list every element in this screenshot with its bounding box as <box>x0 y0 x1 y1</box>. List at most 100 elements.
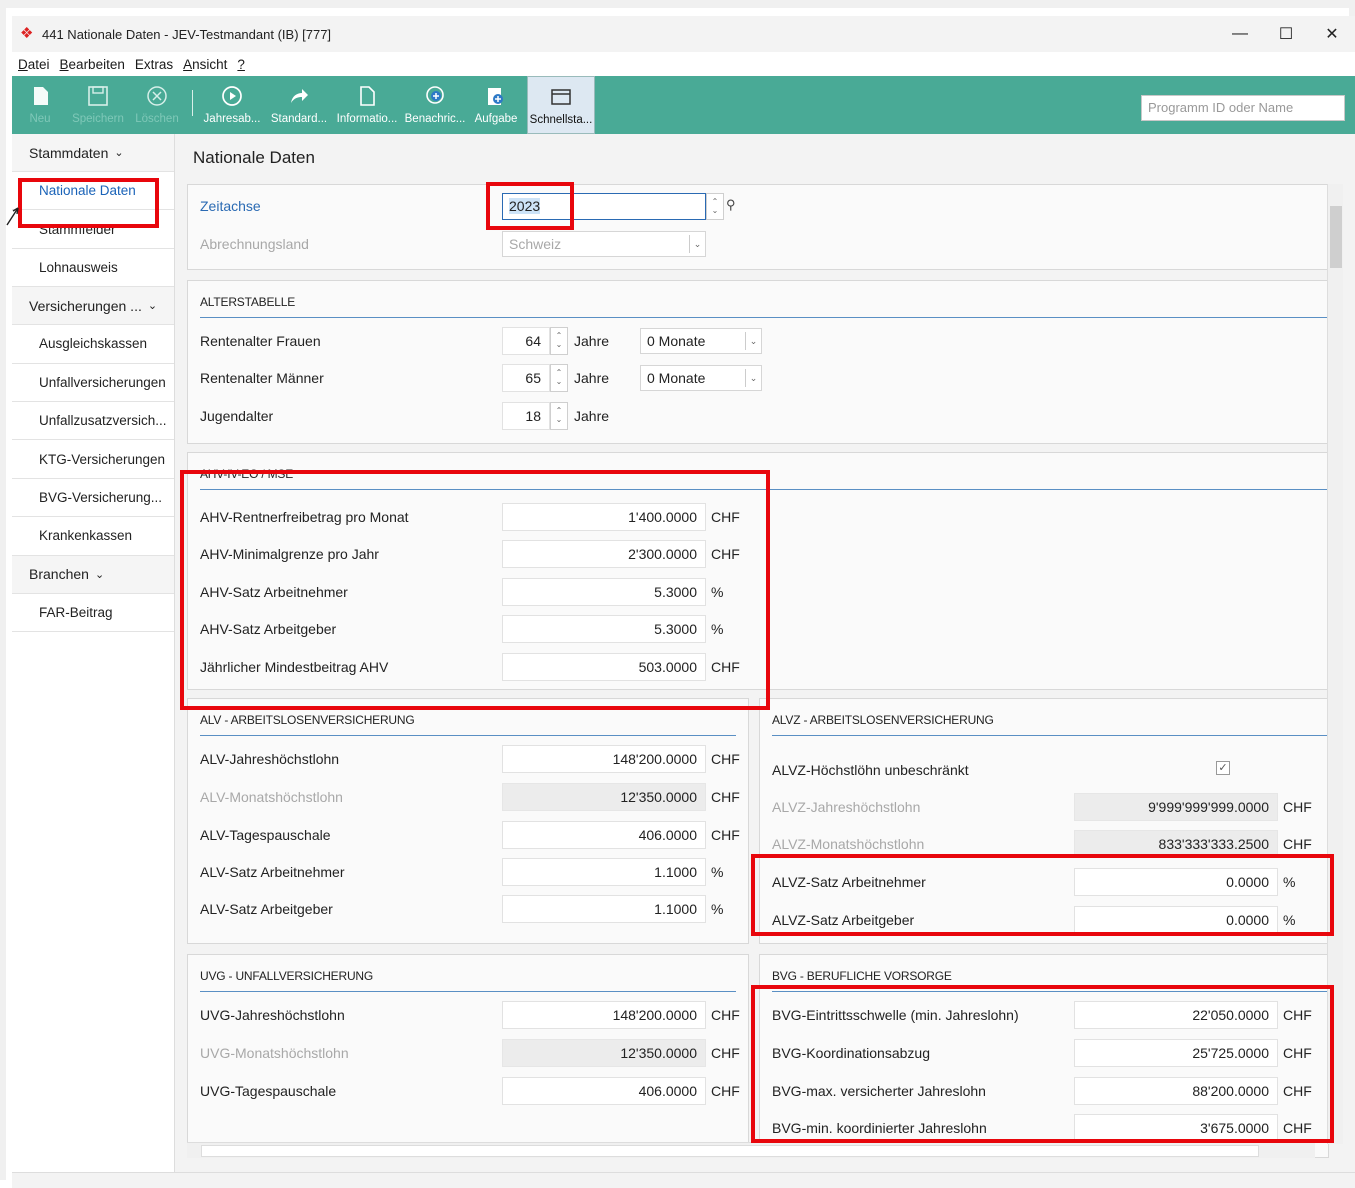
menu-ansicht[interactable]: Ansicht <box>183 57 227 72</box>
jahresabschluss-button[interactable]: Jahresab... <box>199 76 265 134</box>
menu-extras[interactable]: Extras <box>135 57 173 72</box>
alvz-panel: ALVZ - ARBEITSLOSENVERSICHERUNG ALVZ-Höc… <box>759 698 1329 944</box>
scroll-thumb[interactable] <box>1330 206 1342 268</box>
bvg-max-versicherter-input[interactable]: 88'200.0000 <box>1074 1077 1278 1105</box>
bvg-koordinationsabzug-input[interactable]: 25'725.0000 <box>1074 1039 1278 1067</box>
sidebar-item-krankenkassen[interactable]: Krankenkassen <box>12 517 174 556</box>
rentenalter-maenner-spinner[interactable]: ⌃ ⌄ <box>550 364 568 392</box>
ahv-panel: AHV-IV-EO / MSE AHV-Rentnerfreibetrag pr… <box>187 452 1329 690</box>
ahv-satz-arbeitgeber-input[interactable]: 5.3000 <box>502 615 706 643</box>
task-add-icon <box>485 85 507 107</box>
form-content: Zeitachse 2023 ⌃ ⌄ ⚲ Schweiz ⌄ Abrechnungs… <box>187 184 1329 1158</box>
alv-satz-arbeitnehmer-label: ALV-Satz Arbeitnehmer <box>200 864 345 880</box>
section-divider <box>200 317 1328 318</box>
year-spinner[interactable]: ⌃ ⌄ <box>706 193 724 220</box>
alvz-jahreshoechstlohn-value: 9'999'999'999.0000 <box>1074 793 1278 821</box>
jugendalter-spinner[interactable]: ⌃ ⌄ <box>550 402 568 430</box>
sidebar-item-lohnausweis[interactable]: Lohnausweis <box>12 249 174 288</box>
alv-satz-arbeitnehmer-input[interactable]: 1.1000 <box>502 858 706 886</box>
chevron-down-icon: ⌄ <box>745 369 761 387</box>
rentenalter-maenner-monate-select[interactable]: 0 Monate ⌄ <box>640 365 762 391</box>
abrechnungsland-select[interactable]: Schweiz ⌄ <box>502 231 706 257</box>
alvz-unbeschraenkt-checkbox[interactable]: ✓ <box>1216 761 1230 775</box>
alv-tagespauschale-input[interactable]: 406.0000 <box>502 821 706 849</box>
bvg-koordinationsabzug-label: BVG-Koordinationsabzug <box>772 1045 930 1061</box>
rentenalter-maenner-input[interactable]: 65 <box>502 364 550 392</box>
bvg-min-koordinierter-input[interactable]: 3'675.0000 <box>1074 1114 1278 1142</box>
unit-label: % <box>711 584 724 600</box>
close-button[interactable]: ✕ <box>1309 16 1355 52</box>
unit-label: % <box>711 621 724 637</box>
uvg-tagespauschale-input[interactable]: 406.0000 <box>502 1077 706 1105</box>
minimize-button[interactable]: — <box>1217 16 1263 52</box>
sidebar-group-versicherungen[interactable]: Versicherungen ... ⌄ <box>12 287 174 326</box>
save-button[interactable]: Speichern <box>68 76 128 134</box>
sidebar-item-unfallzusatzversicherung[interactable]: Unfallzusatzversich... <box>12 402 174 441</box>
alv-jahreshoechstlohn-label: ALV-Jahreshöchstlohn <box>200 751 340 767</box>
uvg-jahreshoechstlohn-input[interactable]: 148'200.0000 <box>502 1001 706 1029</box>
sidebar-item-nationale-daten[interactable]: Nationale Daten <box>12 172 174 211</box>
unit-label: CHF <box>1283 1007 1312 1023</box>
alvz-satz-arbeitgeber-input[interactable]: 0.0000 <box>1074 906 1278 934</box>
alvz-monatshoechstlohn-label: ALVZ-Monatshöchstlohn <box>772 836 925 852</box>
horizontal-scrollbar[interactable] <box>187 1142 1315 1158</box>
sidebar-item-unfallversicherungen[interactable]: Unfallversicherungen <box>12 364 174 402</box>
aufgabe-button[interactable]: Aufgabe <box>469 76 523 134</box>
search-icon[interactable]: ⚲ <box>726 197 736 213</box>
unit-label: % <box>1283 874 1296 890</box>
unit-label: % <box>711 901 724 917</box>
sidebar-item-ausgleichskassen[interactable]: Ausgleichskassen <box>12 325 174 364</box>
bvg-max-versicherter-label: BVG-max. versicherter Jahreslohn <box>772 1083 986 1099</box>
maximize-button[interactable]: ☐ <box>1263 16 1309 52</box>
chevron-down-icon: ⌄ <box>147 300 158 313</box>
jugendalter-input[interactable]: 18 <box>502 402 550 430</box>
chevron-down-icon: ⌄ <box>689 235 705 253</box>
app-logo-icon: ❖ <box>20 25 34 42</box>
zeitachse-label[interactable]: Zeitachse <box>200 198 261 214</box>
alv-monatshoechstlohn-label: ALV-Monatshöchstlohn <box>200 789 343 805</box>
rentenalter-frauen-spinner[interactable]: ⌃ ⌄ <box>550 327 568 355</box>
menu-bar: Datei Bearbeiten Extras Ansicht ? <box>12 52 1355 76</box>
ahv-satz-arbeitnehmer-input[interactable]: 5.3000 <box>502 578 706 606</box>
sidebar-item-far-beitrag[interactable]: FAR-Beitrag <box>12 594 174 632</box>
ahv-mindestbeitrag-input[interactable]: 503.0000 <box>502 653 706 681</box>
benachrichtigung-button[interactable]: Benachric... <box>401 76 469 134</box>
alv-monatshoechstlohn-value: 12'350.0000 <box>502 783 706 811</box>
sidebar-group-branchen[interactable]: Branchen ⌄ <box>12 555 174 594</box>
abrechnungsland-label: Abrechnungsland <box>200 236 309 252</box>
chevron-down-icon: ⌄ <box>745 332 761 350</box>
rentenalter-maenner-label: Rentenalter Männer <box>200 370 324 386</box>
alvz-title: ALVZ - ARBEITSLOSENVERSICHERUNG <box>772 713 994 727</box>
scroll-thumb[interactable] <box>201 1145 1259 1157</box>
bvg-eintrittsschwelle-input[interactable]: 22'050.0000 <box>1074 1001 1278 1029</box>
menu-datei[interactable]: Datei <box>18 57 50 72</box>
chevron-down-icon: ⌄ <box>114 147 124 159</box>
zeitachse-input[interactable]: 2023 <box>502 193 706 220</box>
schnellstart-button[interactable]: Schnellsta... <box>527 76 595 134</box>
section-divider <box>772 991 1328 992</box>
unit-label: CHF <box>711 509 740 525</box>
information-button[interactable]: Informatio... <box>333 76 401 134</box>
sidebar-item-ktg-versicherungen[interactable]: KTG-Versicherungen <box>12 440 174 479</box>
standard-button[interactable]: Standard... <box>265 76 333 134</box>
unit-label: CHF <box>1283 1120 1312 1136</box>
rentenalter-frauen-input[interactable]: 64 <box>502 327 550 355</box>
alvz-satz-arbeitnehmer-input[interactable]: 0.0000 <box>1074 868 1278 896</box>
alv-jahreshoechstlohn-input[interactable]: 148'200.0000 <box>502 745 706 773</box>
rentenalter-frauen-monate-select[interactable]: 0 Monate ⌄ <box>640 328 762 354</box>
new-button[interactable]: Neu <box>12 76 68 134</box>
alv-satz-arbeitgeber-input[interactable]: 1.1000 <box>502 895 706 923</box>
menu-bearbeiten[interactable]: Bearbeiten <box>60 57 125 72</box>
delete-button[interactable]: Löschen <box>128 76 186 134</box>
sidebar-group-stammdaten[interactable]: Stammdaten ⌄ <box>12 134 174 172</box>
menu-help[interactable]: ? <box>237 57 245 72</box>
ahv-rentnerfreibetrag-input[interactable]: 1'400.0000 <box>502 503 706 531</box>
sidebar-item-bvg-versicherung[interactable]: BVG-Versicherung... <box>12 479 174 518</box>
ahv-minimalgrenze-input[interactable]: 2'300.0000 <box>502 540 706 568</box>
sidebar-item-stammfelder[interactable]: Stammfelder <box>12 210 174 249</box>
vertical-scrollbar[interactable] <box>1327 184 1343 1144</box>
alvz-unbeschraenkt-label: ALVZ-Höchstlöhn unbeschränkt <box>772 762 969 778</box>
unit-label: % <box>1283 912 1296 928</box>
program-search-input[interactable]: Programm ID oder Name <box>1141 95 1345 121</box>
play-circle-icon <box>221 85 243 107</box>
